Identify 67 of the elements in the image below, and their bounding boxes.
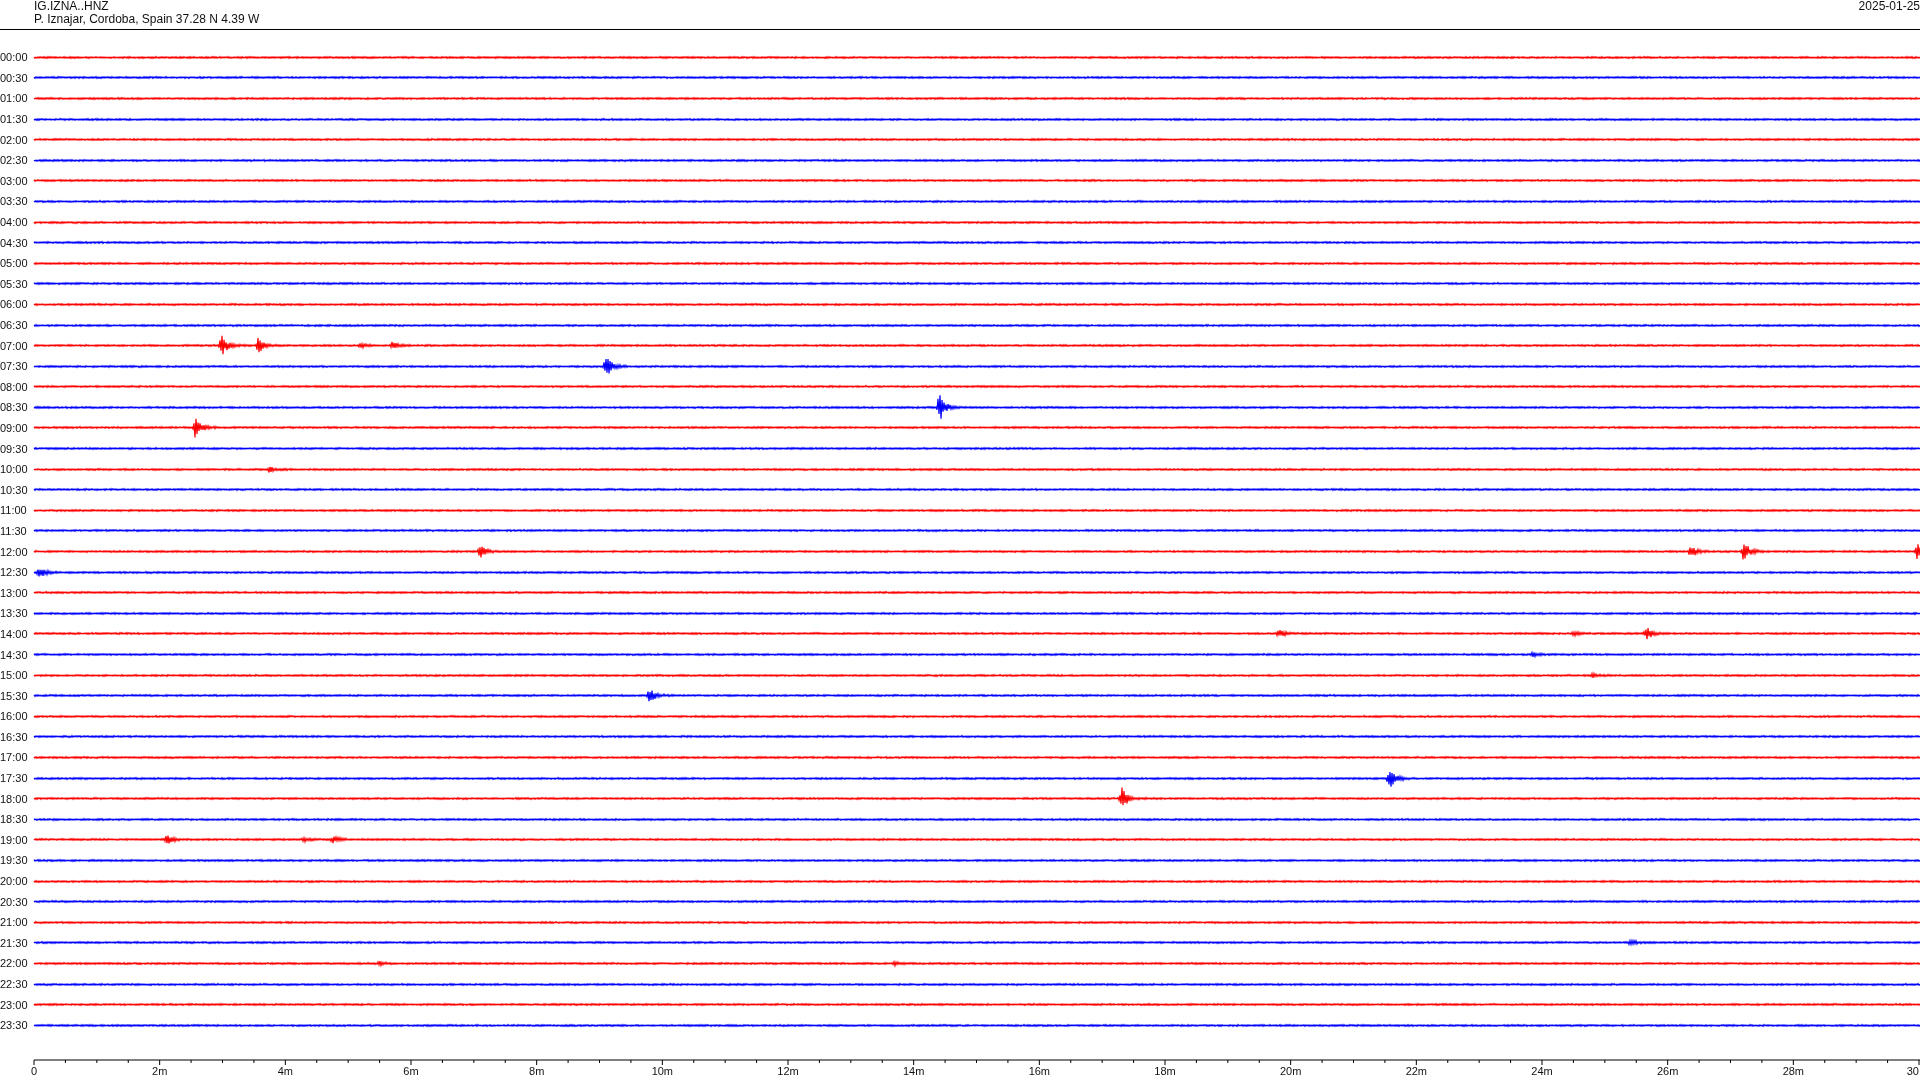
- trace-time-label: 10:30: [0, 483, 29, 496]
- axis-tick-label: 6m: [403, 1064, 419, 1076]
- trace-time-label: 07:30: [0, 360, 29, 373]
- trace-time-label: 07:00: [0, 339, 29, 352]
- axis-tick-label: 2m: [152, 1064, 168, 1076]
- record-date: 2025-01-25: [1858, 0, 1920, 15]
- trace-time-label: 22:00: [0, 957, 29, 970]
- axis-tick-label: 24m: [1531, 1064, 1553, 1076]
- axis-tick-label: 22m: [1405, 1064, 1428, 1076]
- trace-time-label: 09:30: [0, 442, 29, 455]
- trace-time-label: 03:30: [0, 195, 29, 208]
- trace-time-label: 15:30: [0, 689, 29, 702]
- trace-time-label: 05:00: [0, 257, 29, 270]
- trace-time-label: 21:00: [0, 916, 29, 929]
- trace-time-label: 20:00: [0, 875, 29, 888]
- trace-time-label: 14:30: [0, 648, 29, 661]
- axis-tick-label: 0: [30, 1064, 38, 1076]
- trace-time-label: 02:30: [0, 154, 29, 167]
- trace-time-label: 18:30: [0, 813, 29, 826]
- trace-time-label: 20:30: [0, 895, 29, 908]
- trace-time-label: 21:30: [0, 936, 29, 949]
- station-location: P. Iznajar, Cordoba, Spain 37.28 N 4.39 W: [34, 13, 260, 26]
- trace-time-label: 04:00: [0, 216, 29, 229]
- trace-time-label: 19:00: [0, 833, 29, 846]
- trace-time-label: 00:30: [0, 71, 29, 84]
- trace-time-label: 12:30: [0, 566, 29, 579]
- trace-time-label: 19:30: [0, 854, 29, 867]
- trace-time-label: 23:30: [0, 1019, 29, 1032]
- trace-time-label: 11:00: [0, 504, 28, 517]
- trace-time-label: 15:00: [0, 669, 29, 682]
- trace-time-label: 06:30: [0, 319, 29, 331]
- trace-time-label: 17:30: [0, 772, 29, 785]
- trace-time-label: 01:30: [0, 113, 29, 126]
- trace-time-label: 05:30: [0, 277, 29, 290]
- trace-time-label: 23:00: [0, 998, 29, 1011]
- trace-time-label: 22:30: [0, 978, 29, 990]
- trace-time-label: 11:30: [0, 524, 28, 537]
- axis-tick-label: 26m: [1656, 1064, 1679, 1076]
- trace-time-label: 13:30: [0, 607, 29, 620]
- axis-tick-label: 28m: [1782, 1064, 1805, 1076]
- axis-tick-label: 18m: [1154, 1064, 1176, 1076]
- trace-time-label: 01:00: [0, 92, 29, 105]
- station-code: IG.IZNA..HNZ: [34, 0, 110, 13]
- trace-time-label: 17:00: [0, 751, 29, 764]
- trace-time-label: 08:30: [0, 401, 29, 414]
- trace-time-label: 06:00: [0, 298, 29, 311]
- trace-time-label: 16:00: [0, 710, 29, 723]
- trace-time-label: 13:00: [0, 586, 29, 599]
- axis-tick-label: 20m: [1279, 1064, 1302, 1076]
- axis-tick-label: 12m: [777, 1064, 799, 1076]
- axis-tick-label: 10m: [651, 1064, 674, 1076]
- trace-time-label: 14:00: [0, 627, 29, 640]
- axis-tick-label: 8m: [529, 1064, 545, 1076]
- axis-tick-label: 14m: [902, 1064, 925, 1076]
- trace-time-label: 08:00: [0, 380, 29, 393]
- trace-time-label: 10:00: [0, 463, 29, 476]
- trace-time-label: 18:00: [0, 792, 29, 805]
- trace-time-label: 02:00: [0, 133, 29, 146]
- trace-time-label: 00:00: [0, 51, 29, 64]
- trace-time-label: 04:30: [0, 236, 29, 249]
- axis-tick-label: 16m: [1028, 1064, 1051, 1076]
- trace-time-label: 09:00: [0, 422, 29, 434]
- trace-time-label: 03:00: [0, 174, 29, 187]
- trace-time-label: 12:00: [0, 545, 29, 558]
- trace-time-label: 16:30: [0, 730, 29, 743]
- axis-tick-label: 4m: [277, 1064, 293, 1076]
- axis-tick-label: 30: [1906, 1064, 1919, 1076]
